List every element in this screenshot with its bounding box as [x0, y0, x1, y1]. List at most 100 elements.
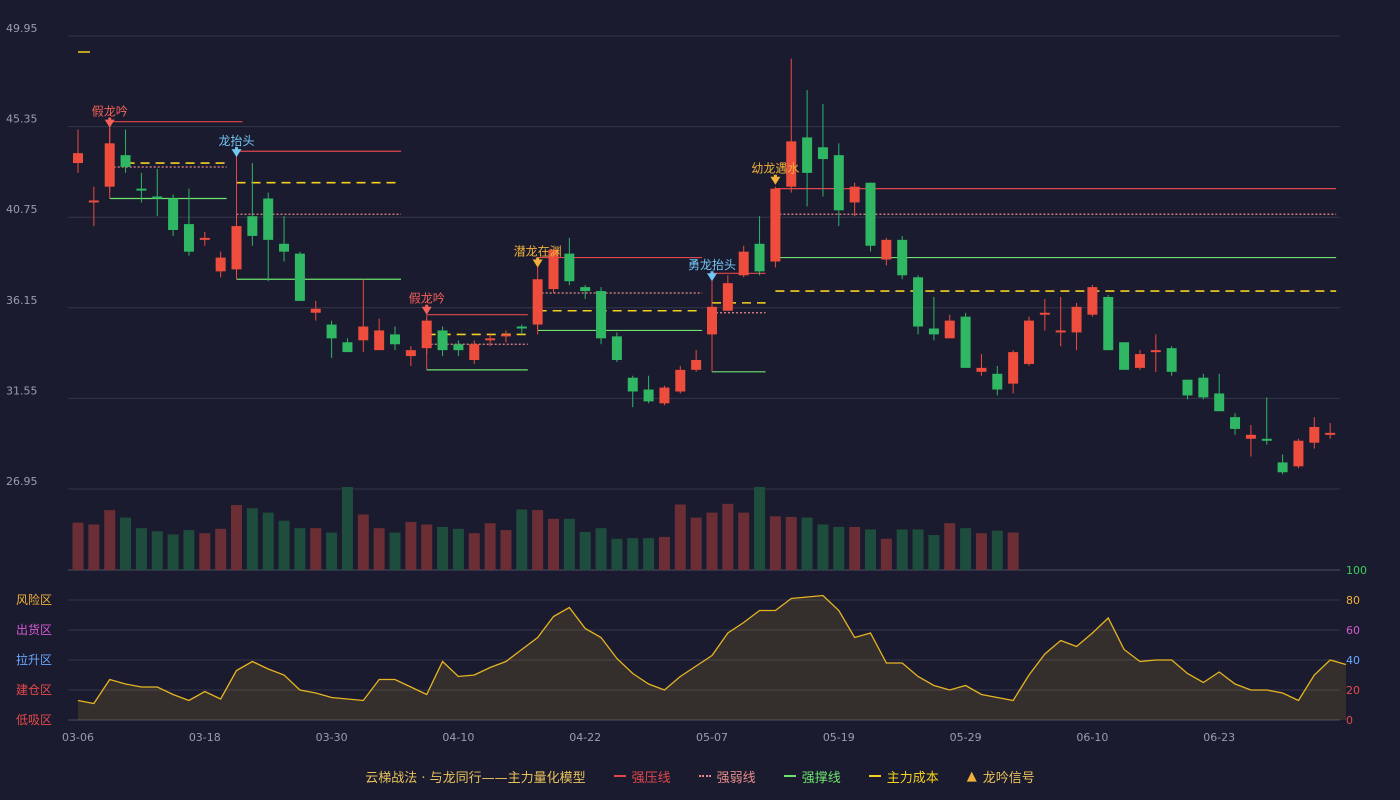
volume-bar	[865, 529, 876, 570]
volume-bar	[896, 529, 908, 570]
volume-bar	[151, 531, 163, 570]
volume-bar	[563, 518, 575, 570]
volume-bar	[215, 528, 227, 570]
volume-bar	[246, 508, 258, 570]
volume-bar	[405, 521, 417, 570]
candle-body	[675, 369, 686, 392]
price-tick-label: 40.75	[6, 203, 38, 216]
candle-body	[437, 330, 448, 351]
candle-body	[833, 155, 844, 211]
candle-body	[707, 306, 717, 335]
candle-body	[738, 251, 749, 276]
candle-body	[1103, 296, 1114, 351]
candle-body	[1325, 432, 1336, 435]
candle-body	[1182, 379, 1193, 396]
volume-bar	[722, 503, 734, 570]
signal-arrow-stem	[536, 257, 540, 261]
zone-label: 拉升区	[16, 652, 52, 667]
volume-bar	[801, 517, 813, 570]
volume-bar	[183, 530, 195, 570]
legend-item-strong-support: 强撑线	[783, 767, 841, 786]
candle-body	[1245, 434, 1256, 439]
zone-label: 低吸区	[16, 713, 52, 727]
candle-body	[73, 153, 83, 164]
candle-body	[1119, 342, 1130, 370]
price-tick-label: 45.35	[6, 113, 38, 126]
x-tick-label: 05-29	[950, 731, 982, 744]
signal-label: 龙抬头	[218, 134, 254, 148]
legend-swatch-strong-support	[783, 775, 796, 777]
oscillator-area	[78, 595, 1346, 720]
candle-body	[516, 326, 527, 329]
x-tick-label: 04-22	[569, 731, 601, 744]
candle-body	[944, 320, 955, 339]
signal-arrow-stem	[710, 271, 714, 275]
candle-body	[659, 387, 670, 404]
volume-bar	[199, 533, 211, 570]
volume-bar	[452, 528, 464, 570]
candle-body	[1230, 417, 1241, 429]
candle-body	[1039, 312, 1050, 315]
volume-bar	[500, 530, 512, 570]
x-tick-label: 05-19	[823, 731, 855, 744]
x-tick-label: 03-30	[316, 731, 348, 744]
oscillator-tick-label: 60	[1346, 624, 1360, 637]
candle-body	[405, 350, 416, 357]
candle-body	[1008, 352, 1019, 384]
candle-body	[358, 326, 369, 341]
candle-body	[1293, 440, 1304, 467]
candle-body	[326, 324, 337, 339]
volume-bar	[960, 528, 972, 570]
volume-bar	[595, 528, 607, 570]
candle-body	[849, 186, 860, 203]
volume-bar	[326, 532, 338, 570]
candle-body	[1055, 330, 1066, 333]
candle-body	[532, 279, 543, 325]
volume-bar	[421, 524, 433, 570]
volume-bar	[627, 538, 639, 570]
volume-bar	[658, 536, 670, 570]
candle-body	[485, 338, 496, 341]
candle-body	[453, 344, 464, 351]
legend-label-main-cost: 主力成本	[886, 770, 939, 786]
legend-label-strong-pressure: 强压线	[631, 770, 671, 786]
volume-bar	[991, 530, 1003, 570]
candle-body	[1134, 354, 1145, 368]
candle-body	[1024, 320, 1034, 364]
oscillator-tick-label: 40	[1346, 654, 1360, 667]
volume-bar	[880, 538, 892, 570]
legend-label-strong-support: 强撑线	[801, 770, 841, 786]
candle-body	[294, 253, 305, 301]
x-tick-label: 06-10	[1076, 731, 1108, 744]
candle-body	[928, 328, 939, 335]
signal-arrow-stem	[773, 174, 777, 178]
x-tick-label: 06-23	[1203, 731, 1235, 744]
candle-body	[754, 243, 765, 272]
candle-body	[469, 344, 480, 360]
candle-body	[215, 257, 226, 272]
candle-body	[183, 224, 194, 252]
candle-body	[88, 200, 99, 203]
candle-body	[1309, 426, 1320, 443]
candle-body	[421, 320, 432, 349]
volume-bar	[833, 526, 845, 570]
volume-bar	[278, 520, 290, 570]
x-tick-label: 04-10	[442, 731, 474, 744]
signal-label: 假龙吟	[92, 104, 128, 119]
legend-label-dragon-signal: 龙吟信号	[982, 770, 1035, 786]
oscillator-tick-label: 80	[1346, 594, 1360, 607]
candle-body	[976, 367, 987, 372]
volume-bar	[849, 526, 861, 570]
legend-swatch-main-cost	[868, 775, 881, 777]
volume-bar	[817, 524, 829, 570]
candle-body	[691, 359, 702, 370]
legend-item-main-cost: 主力成本	[868, 767, 939, 786]
volume-bar	[643, 538, 655, 570]
signal-arrow-stem	[425, 304, 429, 308]
volume-bar	[135, 528, 147, 570]
candle-body	[263, 198, 274, 240]
legend-title: 云梯战法 · 与龙同行——主力量化模型	[365, 770, 586, 786]
volume-bar	[231, 505, 242, 570]
chart-legend: 云梯战法 · 与龙同行——主力量化模型 强压线 强弱线 强撑线 主力成本 ▲ 龙…	[0, 766, 1400, 786]
volume-bar	[738, 512, 750, 570]
